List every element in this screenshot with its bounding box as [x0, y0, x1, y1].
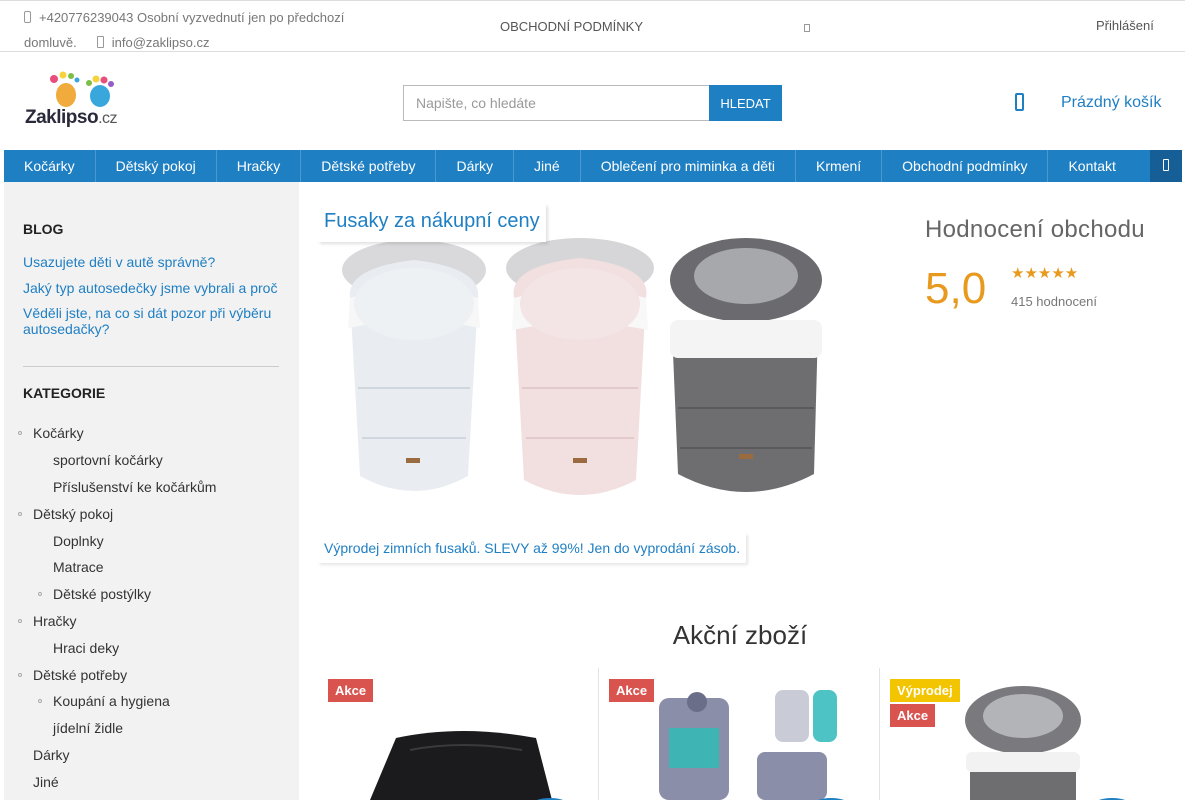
nav-more-button[interactable] — [1150, 150, 1182, 182]
bullet-icon — [18, 512, 22, 516]
category-item[interactable]: Jiné — [33, 774, 59, 790]
top-bar: +420776239043 Osobní vyzvednutí jen po p… — [0, 0, 1185, 52]
logo-name: Zaklipso — [25, 107, 99, 128]
main-nav: Kočárky Dětský pokoj Hračky Dětské potře… — [4, 150, 1182, 182]
bullet-icon — [18, 619, 22, 623]
rating-score: 5,0 — [925, 264, 987, 313]
site-logo[interactable]: Zaklipso.cz — [24, 70, 128, 132]
more-icon — [1163, 159, 1169, 171]
product-image — [965, 686, 1081, 800]
logo-tld: .cz — [98, 110, 118, 127]
email-link[interactable]: info@zaklipso.cz — [112, 35, 210, 50]
product-card[interactable]: Akce — [599, 668, 880, 800]
banner-subtitle[interactable]: Výprodej zimních fusaků. SLEVY až 99%! J… — [318, 533, 747, 563]
sale-badge: Akce — [890, 704, 936, 727]
bullet-icon — [18, 431, 22, 435]
category-item[interactable]: sportovní kočárky — [53, 452, 163, 468]
rating-stars-icon: ★★★★★ — [1011, 265, 1079, 282]
phone-icon — [24, 11, 31, 23]
product-card[interactable]: Akce — [318, 668, 599, 800]
menu-icon[interactable] — [804, 24, 810, 32]
category-item[interactable]: Kočárky — [33, 425, 84, 441]
category-item[interactable]: Hraci deky — [53, 640, 119, 656]
nav-item-detske-potreby[interactable]: Dětské potřeby — [301, 150, 437, 182]
cart-link[interactable]: Prázdný košík — [1061, 94, 1161, 112]
nav-item-kocarky[interactable]: Kočárky — [4, 150, 96, 182]
banner-title[interactable]: Fusaky za nákupní ceny — [318, 204, 546, 242]
category-item[interactable]: Doplnky — [53, 533, 104, 549]
product-image — [659, 690, 837, 800]
nav-item-darky[interactable]: Dárky — [436, 150, 515, 182]
bullet-icon — [18, 673, 22, 677]
category-item[interactable]: Příslušenství ke kočárkům — [53, 479, 216, 495]
nav-item-kontakt[interactable]: Kontakt — [1048, 150, 1135, 182]
clearance-badge: Výprodej — [890, 679, 960, 702]
contact-info: +420776239043 Osobní vyzvednutí jen po p… — [24, 5, 374, 55]
blog-link[interactable]: Usazujete děti v autě správně? — [23, 254, 285, 270]
shop-rating-widget[interactable]: Hodnocení obchodu 5,0 ★★★★★ 415 hodnocen… — [922, 212, 1180, 322]
category-item[interactable]: Dárky — [33, 747, 70, 763]
category-item[interactable]: Matrace — [53, 559, 104, 575]
mail-icon — [96, 36, 104, 48]
rating-title: Hodnocení obchodu — [925, 216, 1145, 243]
nav-item-detsky-pokoj[interactable]: Dětský pokoj — [96, 150, 217, 182]
search-button[interactable]: HLEDAT — [709, 85, 782, 121]
category-item[interactable]: Dětské postýlky — [53, 586, 151, 602]
search-form: HLEDAT — [403, 85, 782, 121]
terms-link[interactable]: OBCHODNÍ PODMÍNKY — [500, 19, 643, 34]
sidebar: BLOG Usazujete děti v autě správně? Jaký… — [4, 182, 299, 800]
blog-link[interactable]: Věděli jste, na co si dát pozor při výbě… — [23, 305, 285, 337]
category-item[interactable]: Dětský pokoj — [33, 506, 113, 522]
nav-item-obleceni[interactable]: Oblečení pro miminka a děti — [581, 150, 797, 182]
login-link[interactable]: Přihlášení — [1096, 18, 1154, 33]
bullet-icon — [38, 592, 42, 596]
bullet-icon — [38, 699, 42, 703]
search-input[interactable] — [403, 85, 709, 121]
blog-link[interactable]: Jaký typ autosedečky jsme vybrali a proč — [23, 280, 285, 296]
categories-heading: KATEGORIE — [23, 385, 106, 401]
sidebar-divider — [23, 366, 279, 367]
cart-icon[interactable] — [1015, 93, 1024, 111]
product-card[interactable]: Výprodej Akce — [880, 668, 1161, 800]
nav-item-jine[interactable]: Jiné — [514, 150, 581, 182]
logo-text: Zaklipso.cz — [25, 107, 118, 129]
category-item[interactable]: Koupání a hygiena — [53, 693, 170, 709]
nav-item-obchodni-podminky[interactable]: Obchodní podmínky — [882, 150, 1049, 182]
sale-badge: Akce — [328, 679, 374, 702]
category-item[interactable]: Dětské potřeby — [33, 667, 127, 683]
nav-item-hracky[interactable]: Hračky — [217, 150, 302, 182]
category-item[interactable]: Hračky — [33, 613, 77, 629]
banner-image[interactable] — [318, 238, 838, 510]
category-item[interactable]: jídelní židle — [53, 720, 123, 736]
product-image — [370, 731, 552, 800]
blog-heading: BLOG — [23, 221, 64, 237]
section-title: Akční zboží — [672, 620, 808, 650]
feet-logo-icon — [50, 71, 114, 107]
rating-count: 415 hodnocení — [1011, 294, 1098, 309]
nav-item-krmeni[interactable]: Krmení — [796, 150, 883, 182]
